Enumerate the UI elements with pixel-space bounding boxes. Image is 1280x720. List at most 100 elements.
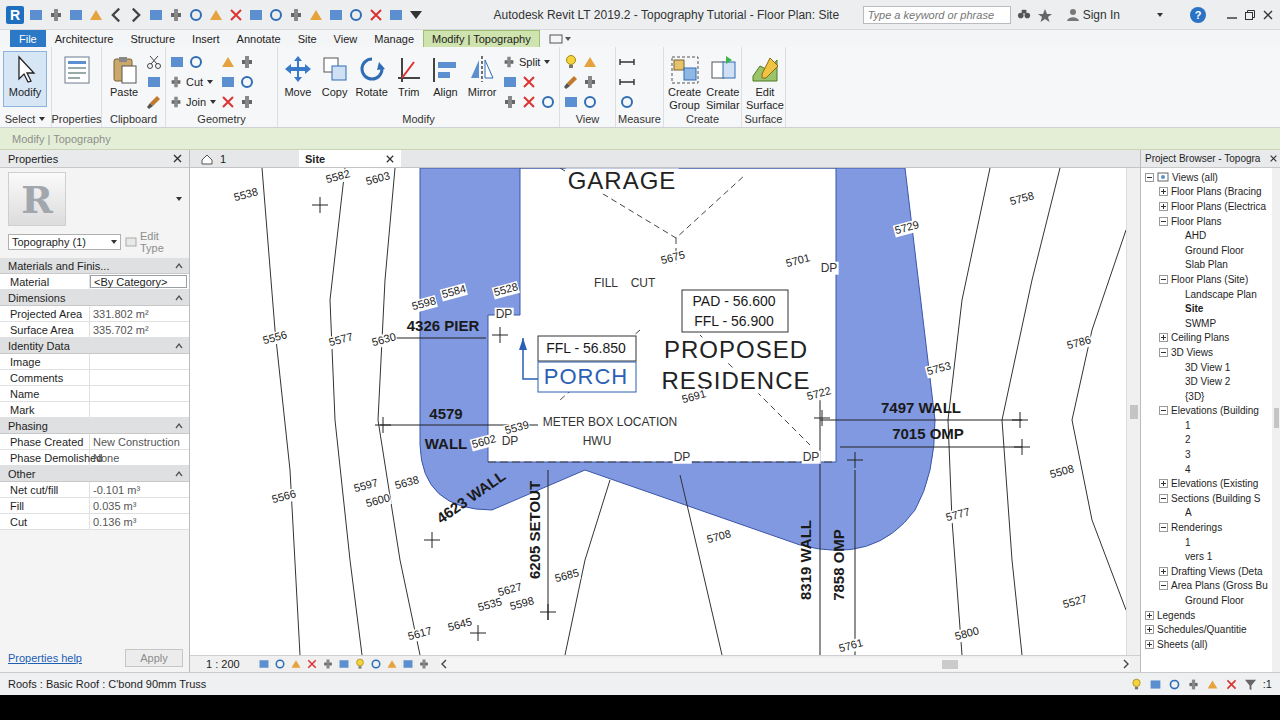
browser-item-label[interactable]: Drafting Views (Deta — [1171, 566, 1263, 577]
browser-item-label[interactable]: SWMP — [1185, 318, 1216, 329]
browser-item[interactable]: Legends — [1141, 608, 1272, 623]
ribbon-button[interactable]: Align — [429, 51, 463, 107]
ribbon-button-label[interactable]: Align — [433, 86, 457, 99]
sm5-icon[interactable] — [239, 94, 255, 110]
sm1-icon[interactable] — [220, 74, 236, 90]
expand-toggle[interactable] — [1159, 275, 1168, 284]
browser-scrollbar[interactable] — [1272, 168, 1280, 672]
quick-access-tool-icon[interactable] — [348, 7, 364, 23]
browser-item-label[interactable]: AHD — [1185, 230, 1206, 241]
browser-item[interactable]: 4 — [1141, 462, 1272, 477]
expand-toggle[interactable] — [1145, 173, 1154, 182]
drawing-canvas[interactable]: 553855825603GARAGE56755701DP57295758FILL… — [190, 168, 1126, 655]
property-group[interactable]: Identity Data — [0, 338, 189, 354]
browser-item[interactable]: AHD — [1141, 228, 1272, 243]
favorite-star-icon[interactable] — [1038, 8, 1052, 22]
sm1-icon[interactable] — [502, 74, 518, 90]
quick-access-tool-icon[interactable] — [68, 7, 84, 23]
sm1-icon[interactable] — [146, 74, 162, 90]
sm2-icon[interactable] — [239, 74, 255, 90]
ribbon-button-label[interactable]: Modify — [9, 86, 41, 99]
browser-item-label[interactable]: Area Plans (Gross Bu — [1171, 580, 1268, 591]
browser-item-label[interactable]: Ground Floor — [1185, 595, 1244, 606]
browser-item[interactable]: 3D View 2 — [1141, 374, 1272, 389]
browser-item-label[interactable]: Sheets (all) — [1157, 639, 1208, 650]
minimize-icon[interactable] — [1226, 9, 1238, 21]
view-control-icon[interactable] — [322, 658, 334, 670]
browser-item[interactable]: Ground Floor — [1141, 243, 1272, 258]
ribbon-button-label[interactable]: Create Group — [668, 86, 701, 112]
ribbon-button-label[interactable]: Trim — [398, 86, 420, 99]
scroll-thumb[interactable] — [1274, 408, 1279, 428]
sm2-icon[interactable] — [619, 94, 635, 110]
ribbon-button-label[interactable]: Split — [519, 56, 540, 68]
browser-item-label[interactable]: Schedules/Quantitie — [1157, 624, 1247, 635]
dropdown-caret-icon[interactable] — [175, 195, 183, 203]
quick-access-tool-icon[interactable] — [48, 7, 64, 23]
view-tab[interactable]: 1 — [194, 150, 296, 167]
ribbon-tab[interactable]: Modify | Topography — [423, 30, 540, 47]
ribbon-tab[interactable]: Insert — [184, 30, 228, 47]
sm2-icon[interactable] — [540, 94, 556, 110]
browser-item-label[interactable]: Landscape Plan — [1185, 289, 1257, 300]
filter-icon[interactable] — [1244, 678, 1257, 691]
view-tab-label[interactable]: 1 — [220, 153, 226, 165]
browser-item-label[interactable]: 3D Views — [1171, 347, 1213, 358]
view-tab[interactable]: Site — [299, 150, 401, 167]
close-tab-icon[interactable] — [385, 154, 395, 164]
browser-item-label[interactable]: 3D View 2 — [1185, 376, 1230, 387]
ribbon-tab[interactable]: Manage — [366, 30, 422, 47]
help-button[interactable]: ? — [1190, 7, 1206, 23]
ribbon-button[interactable]: Paste — [105, 51, 143, 107]
view-control-icon[interactable] — [338, 658, 350, 670]
browser-item[interactable]: vers 1 — [1141, 549, 1272, 564]
sm4-icon[interactable] — [521, 94, 537, 110]
collapse-chevron-icon[interactable] — [175, 262, 183, 270]
sm4-icon[interactable] — [521, 74, 537, 90]
quick-access-tool-icon[interactable] — [168, 7, 184, 23]
sm5-icon[interactable] — [239, 54, 255, 70]
properties-help-link[interactable]: Properties help — [8, 652, 82, 664]
ribbon-button-label[interactable]: Edit Surface — [746, 86, 784, 112]
browser-item[interactable]: 1 — [1141, 535, 1272, 550]
property-group[interactable]: Phasing — [0, 418, 189, 434]
browser-item[interactable]: Elevations (Building — [1141, 404, 1272, 419]
ribbon-button[interactable]: Modify — [3, 51, 47, 107]
expand-toggle[interactable] — [1159, 187, 1168, 196]
browser-item[interactable]: SWMP — [1141, 316, 1272, 331]
browser-item[interactable]: Floor Plans — [1141, 214, 1272, 229]
dropdown-caret-icon[interactable] — [110, 238, 118, 246]
scroll-thumb[interactable] — [942, 660, 958, 669]
ribbon-tab[interactable]: Structure — [122, 30, 183, 47]
ribbon-button-label[interactable]: Rotate — [355, 86, 387, 99]
view-control-icon[interactable] — [370, 658, 382, 670]
ribbon-button[interactable]: Copy — [318, 51, 352, 107]
quick-access-tool-icon[interactable] — [88, 7, 104, 23]
ruler-icon[interactable] — [619, 74, 635, 90]
browser-item[interactable]: Drafting Views (Deta — [1141, 564, 1272, 579]
browser-item[interactable]: Landscape Plan — [1141, 287, 1272, 302]
property-value[interactable]: <By Category> — [90, 275, 187, 288]
view-control-icon[interactable] — [306, 658, 318, 670]
horizontal-scrollbar[interactable] — [440, 658, 1130, 671]
browser-item[interactable]: Site — [1141, 301, 1272, 316]
dropdown-caret-icon[interactable] — [38, 115, 46, 123]
collapse-chevron-icon[interactable] — [175, 470, 183, 478]
view-control-icon[interactable] — [402, 658, 414, 670]
browser-item[interactable]: A — [1141, 506, 1272, 521]
ribbon-tab[interactable]: Site — [290, 30, 325, 47]
quick-access-tool-icon[interactable] — [368, 7, 384, 23]
quick-access-tool-icon[interactable] — [28, 7, 44, 23]
browser-item-label[interactable]: 3D View 1 — [1185, 362, 1230, 373]
collapse-chevron-icon[interactable] — [175, 294, 183, 302]
browser-item-label[interactable]: Site — [1185, 303, 1203, 314]
quick-access-tool-icon[interactable] — [408, 7, 424, 23]
sign-in-label[interactable]: Sign In — [1083, 8, 1120, 22]
browser-item-label[interactable]: Sections (Building S — [1171, 493, 1261, 504]
browser-item-label[interactable]: Renderings — [1171, 522, 1222, 533]
app-logo[interactable]: R — [6, 6, 24, 24]
quick-access-tool-icon[interactable] — [388, 7, 404, 23]
ribbon-small-button[interactable]: Join — [169, 95, 217, 109]
browser-item[interactable]: 1 — [1141, 418, 1272, 433]
expand-toggle[interactable] — [1159, 567, 1168, 576]
